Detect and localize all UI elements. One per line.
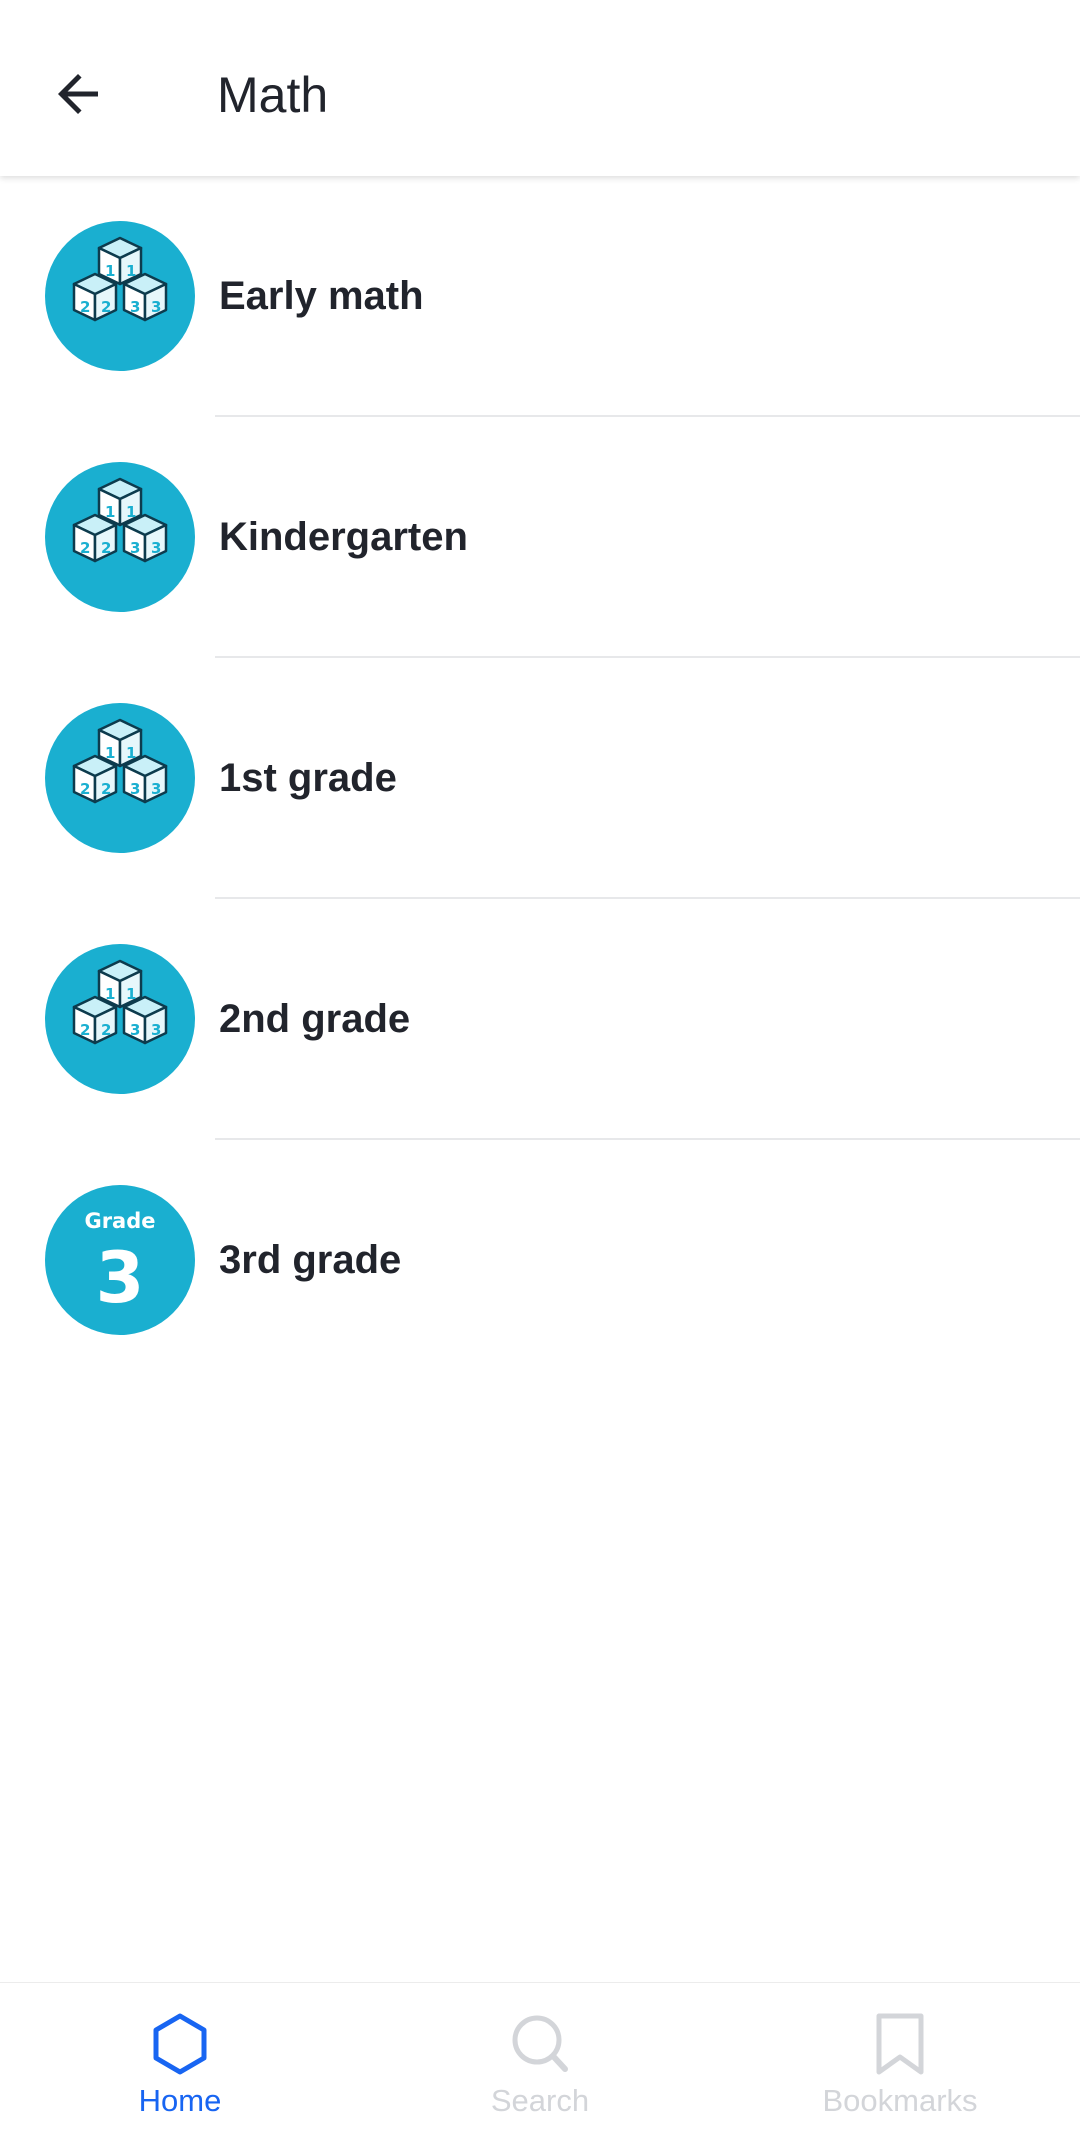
svg-text:2: 2 bbox=[101, 1021, 111, 1039]
course-label: Early math bbox=[219, 274, 424, 318]
course-list: 11 22 33 Early math 1 1 2 2 3 3 Kinderga… bbox=[0, 176, 1080, 1381]
badge-top-text: Grade bbox=[84, 1209, 155, 1233]
nav-home-label: Home bbox=[138, 2083, 222, 2118]
course-row-3rd-grade[interactable]: Grade 3 3rd grade bbox=[0, 1140, 1080, 1381]
svg-text:3: 3 bbox=[151, 780, 161, 798]
nav-search-label: Search bbox=[490, 2083, 590, 2118]
svg-text:1: 1 bbox=[105, 262, 115, 280]
number-blocks-icon: 11 22 33 bbox=[45, 221, 195, 371]
nav-home[interactable]: Home bbox=[0, 1983, 360, 2146]
svg-text:1: 1 bbox=[126, 744, 136, 762]
svg-text:2: 2 bbox=[80, 539, 90, 557]
svg-text:2: 2 bbox=[101, 298, 111, 316]
search-icon bbox=[512, 2015, 568, 2072]
svg-text:3: 3 bbox=[130, 1021, 140, 1039]
badge-number-text: 3 bbox=[96, 1237, 145, 1319]
svg-text:1: 1 bbox=[105, 985, 115, 1003]
svg-text:3: 3 bbox=[151, 298, 161, 316]
svg-text:1: 1 bbox=[105, 744, 115, 762]
bottom-nav: Home Search Bookmarks bbox=[0, 1982, 1080, 2146]
course-row-2nd-grade[interactable]: 11 22 33 2nd grade bbox=[0, 899, 1080, 1140]
course-label: 3rd grade bbox=[219, 1238, 402, 1282]
number-blocks-icon: 11 22 33 bbox=[45, 703, 195, 853]
svg-text:2: 2 bbox=[80, 298, 90, 316]
course-row-kindergarten[interactable]: 11 22 33 Kindergarten bbox=[0, 417, 1080, 658]
svg-text:1: 1 bbox=[105, 503, 115, 521]
nav-search[interactable]: Search bbox=[360, 1983, 720, 2146]
hexagon-home-icon bbox=[153, 2013, 207, 2075]
course-row-1st-grade[interactable]: 11 22 33 1st grade bbox=[0, 658, 1080, 899]
svg-text:2: 2 bbox=[80, 780, 90, 798]
svg-text:3: 3 bbox=[151, 539, 161, 557]
course-label: Kindergarten bbox=[219, 515, 468, 559]
svg-text:3: 3 bbox=[130, 780, 140, 798]
svg-text:1: 1 bbox=[126, 262, 136, 280]
svg-text:2: 2 bbox=[101, 780, 111, 798]
grade-3-badge-icon: Grade 3 bbox=[45, 1185, 195, 1335]
svg-text:1: 1 bbox=[126, 985, 136, 1003]
svg-text:2: 2 bbox=[80, 1021, 90, 1039]
app-bar: Math bbox=[0, 0, 1080, 176]
svg-text:2: 2 bbox=[101, 539, 111, 557]
course-label: 2nd grade bbox=[219, 997, 411, 1041]
svg-text:1: 1 bbox=[126, 503, 136, 521]
nav-bookmarks[interactable]: Bookmarks bbox=[720, 1983, 1080, 2146]
bookmark-icon bbox=[876, 2013, 924, 2075]
course-label: 1st grade bbox=[219, 756, 397, 800]
svg-text:3: 3 bbox=[130, 539, 140, 557]
nav-bookmarks-label: Bookmarks bbox=[822, 2083, 978, 2118]
page-title: Math bbox=[217, 67, 329, 123]
svg-text:3: 3 bbox=[130, 298, 140, 316]
number-blocks-icon: 11 22 33 bbox=[45, 462, 195, 612]
svg-text:3: 3 bbox=[151, 1021, 161, 1039]
back-button[interactable] bbox=[36, 52, 120, 136]
arrow-left-icon bbox=[58, 74, 98, 114]
number-blocks-icon: 11 22 33 bbox=[45, 944, 195, 1094]
course-row-early-math[interactable]: 11 22 33 Early math bbox=[0, 176, 1080, 417]
